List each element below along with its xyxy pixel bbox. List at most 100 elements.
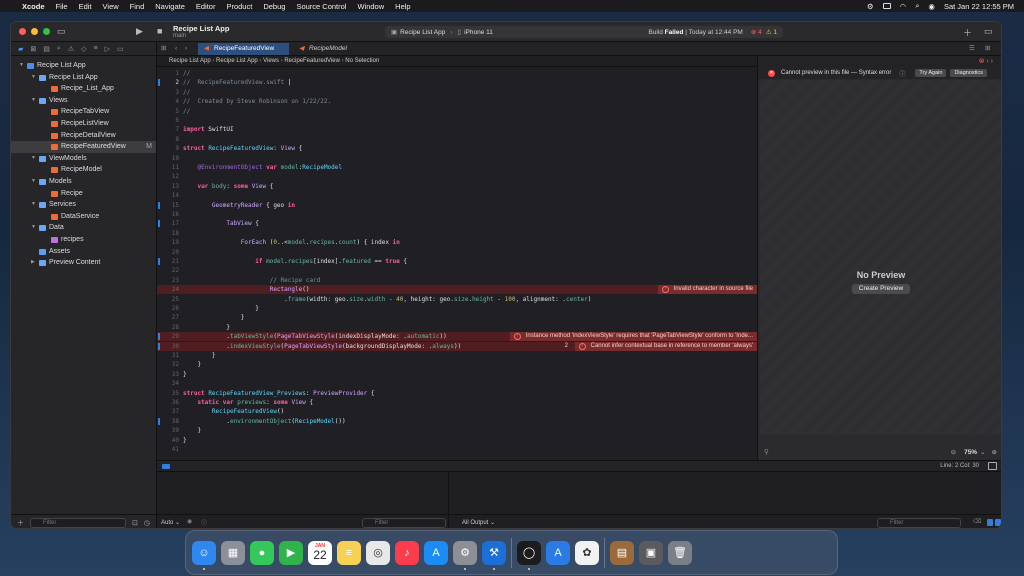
code-line[interactable]: 39 } <box>157 426 757 435</box>
inline-error-message[interactable]: ! 2 Cannot infer contextual base in refere… <box>565 341 757 351</box>
inspector-toggle-icon[interactable]: ▭ <box>984 26 993 37</box>
code-line[interactable]: 41 <box>157 445 757 454</box>
code-line[interactable]: 3 // <box>157 88 757 97</box>
debug-navigator-icon[interactable]: ≡ <box>93 45 97 52</box>
forward-icon[interactable]: › <box>185 43 197 55</box>
editor-options-icon[interactable]: ☰ <box>969 43 975 55</box>
source-editor[interactable]: 1 // 2 // RecipeFeaturedView.swift | 3 // 4 // … <box>157 67 757 460</box>
report-navigator-icon[interactable]: ▭ <box>117 45 124 53</box>
navigator-item[interactable]: RecipeListView <box>11 118 156 130</box>
photos-icon[interactable]: ✿ <box>575 540 599 565</box>
zoom-out-icon[interactable]: ⊖ <box>951 448 956 456</box>
create-preview-button[interactable]: Create Preview <box>852 284 910 294</box>
menu-app[interactable]: Xcode <box>22 2 45 11</box>
code-line[interactable]: 10 <box>157 154 757 163</box>
calendar-icon[interactable]: JAN 22 <box>308 540 332 565</box>
split-editor-icon[interactable]: ⊞ <box>985 43 990 55</box>
menu-view[interactable]: View <box>103 2 119 11</box>
code-line[interactable]: 4 // Created by Steve Robinson on 1/22/22… <box>157 97 757 106</box>
eye-icon[interactable]: ◉ <box>187 518 192 525</box>
navigator-item[interactable]: ▼ Recipe List App <box>11 72 156 84</box>
menu-navigate[interactable]: Navigate <box>155 2 185 11</box>
code-line[interactable]: 6 <box>157 116 757 125</box>
code-line[interactable]: 12 <box>157 172 757 181</box>
code-line[interactable]: 32 } <box>157 360 757 369</box>
zoom-in-icon[interactable]: ⊕ <box>992 448 997 456</box>
spotlight-search-icon[interactable]: ⌕ <box>915 1 919 11</box>
chevron-down-icon[interactable]: ▼ <box>31 222 36 234</box>
trash-icon[interactable]: 🗑 <box>668 540 692 565</box>
launchpad-icon[interactable]: ▦ <box>221 540 245 565</box>
tab-recipe-model[interactable]: ◀ RecipeModel <box>293 43 373 55</box>
error-badge[interactable]: ⊗ 4 <box>751 28 762 36</box>
code-line[interactable]: 14 <box>157 191 757 200</box>
code-line[interactable]: 19 ForEach (0..<model.recipes.count) { i… <box>157 238 757 247</box>
symbol-navigator-icon[interactable]: ▤ <box>43 45 50 53</box>
jump-bar-item[interactable]: RecipeFeaturedView <box>284 58 340 64</box>
menu-editor[interactable]: Editor <box>196 2 216 11</box>
folder-navigator-icon[interactable]: ▰ <box>18 45 23 53</box>
menu-product[interactable]: Product <box>226 2 252 11</box>
screenshots-stack-icon[interactable]: ▣ <box>639 540 663 565</box>
facetime-icon[interactable]: ▶ <box>279 540 303 565</box>
code-line[interactable]: 24 Rectangle()! Invalid character in sour… <box>157 285 757 295</box>
zoom-chevron-icon[interactable]: ⌄ <box>980 448 985 456</box>
code-line[interactable]: 11 @EnvironmentObject var model:RecipeMo… <box>157 163 757 172</box>
tab-recipe-featured-view[interactable]: ◀ RecipeFeaturedView <box>198 43 289 55</box>
breakpoint-navigator-icon[interactable]: ▷ <box>105 45 110 53</box>
close-window-button[interactable] <box>19 28 26 35</box>
find-navigator-icon[interactable]: ⌕ <box>57 45 61 53</box>
screen-icon[interactable] <box>882 3 891 9</box>
instruments-icon[interactable]: A <box>546 540 570 565</box>
add-icon[interactable]: ＋ <box>963 26 972 39</box>
add-file-icon[interactable]: ＋ <box>17 518 24 528</box>
diagnostics-button[interactable]: Diagnostics <box>950 69 987 77</box>
navigator-item[interactable]: DataService <box>11 211 156 223</box>
minimize-window-button[interactable] <box>31 28 38 35</box>
jump-bar-item[interactable]: Views <box>263 58 279 64</box>
navigator-item[interactable]: ▼ Recipe List App <box>11 60 156 72</box>
hide-debug-area-right-icon[interactable] <box>988 462 997 470</box>
navigator-item[interactable]: RecipeTabView <box>11 106 156 118</box>
chrome-icon[interactable]: ◎ <box>366 540 390 565</box>
menu-file[interactable]: File <box>56 2 68 11</box>
jump-bar-item[interactable]: Recipe List App <box>216 58 258 64</box>
navigator-item[interactable]: Recipe_List_App <box>11 83 156 95</box>
run-icon[interactable]: ▶ <box>136 26 143 37</box>
navigator-item[interactable]: RecipeDetailView <box>11 130 156 142</box>
navigator-item[interactable]: ▼ Services <box>11 199 156 211</box>
app-store-icon[interactable]: A <box>424 540 448 565</box>
code-line[interactable]: 38 .environmentObject(RecipeModel()) <box>157 417 757 426</box>
scheme-selector[interactable]: Recipe List App <box>400 29 445 36</box>
notes-icon[interactable]: ≡ <box>337 540 361 565</box>
navigator-item[interactable]: Recipe <box>11 188 156 200</box>
navigator-item[interactable]: Assets <box>11 246 156 258</box>
try-again-button[interactable]: Try Again <box>915 69 947 77</box>
navigator-item[interactable]: RecipeFeaturedView M <box>11 141 156 153</box>
chevron-down-icon[interactable]: ▼ <box>31 153 36 165</box>
zoom-window-button[interactable] <box>43 28 50 35</box>
inline-error-message[interactable]: ! Instance method 'indexViewStyle' requir… <box>509 332 757 342</box>
navigator-item[interactable]: ▼ Data <box>11 222 156 234</box>
xcode-icon[interactable]: ⚒ <box>482 540 506 570</box>
show-console-icon[interactable] <box>995 519 1001 526</box>
variables-scope-select[interactable]: Auto ⌄ <box>161 519 180 526</box>
issue-navigator-icon[interactable]: ⚠ <box>68 45 74 53</box>
trash-console-icon[interactable]: ⌫ <box>973 518 981 525</box>
variables-filter-input[interactable]: Filter <box>362 518 446 528</box>
downloads-stack-icon[interactable]: ▤ <box>610 540 634 565</box>
related-items-icon[interactable]: ⊞ <box>161 43 173 55</box>
finder-icon[interactable]: ☺ <box>192 540 216 570</box>
code-line[interactable]: 23 // Recipe card <box>157 276 757 285</box>
code-line[interactable]: 2 // RecipeFeaturedView.swift | <box>157 78 757 87</box>
info-circle-icon[interactable]: ⓘ <box>201 518 207 527</box>
code-line[interactable]: 29 .tabViewStyle(PageTabViewStyle(indexD… <box>157 332 757 342</box>
menu-source-control[interactable]: Source Control <box>296 2 346 11</box>
code-line[interactable]: 28 } <box>157 323 757 332</box>
navigator-item[interactable]: ▼ ViewModels <box>11 153 156 165</box>
circle-app-icon[interactable]: ◯ <box>517 540 541 570</box>
code-line[interactable]: 16 <box>157 210 757 219</box>
code-line[interactable]: 17 TabView { <box>157 219 757 228</box>
code-line[interactable]: 33} <box>157 370 757 379</box>
zoom-level[interactable]: 75% <box>964 449 977 456</box>
